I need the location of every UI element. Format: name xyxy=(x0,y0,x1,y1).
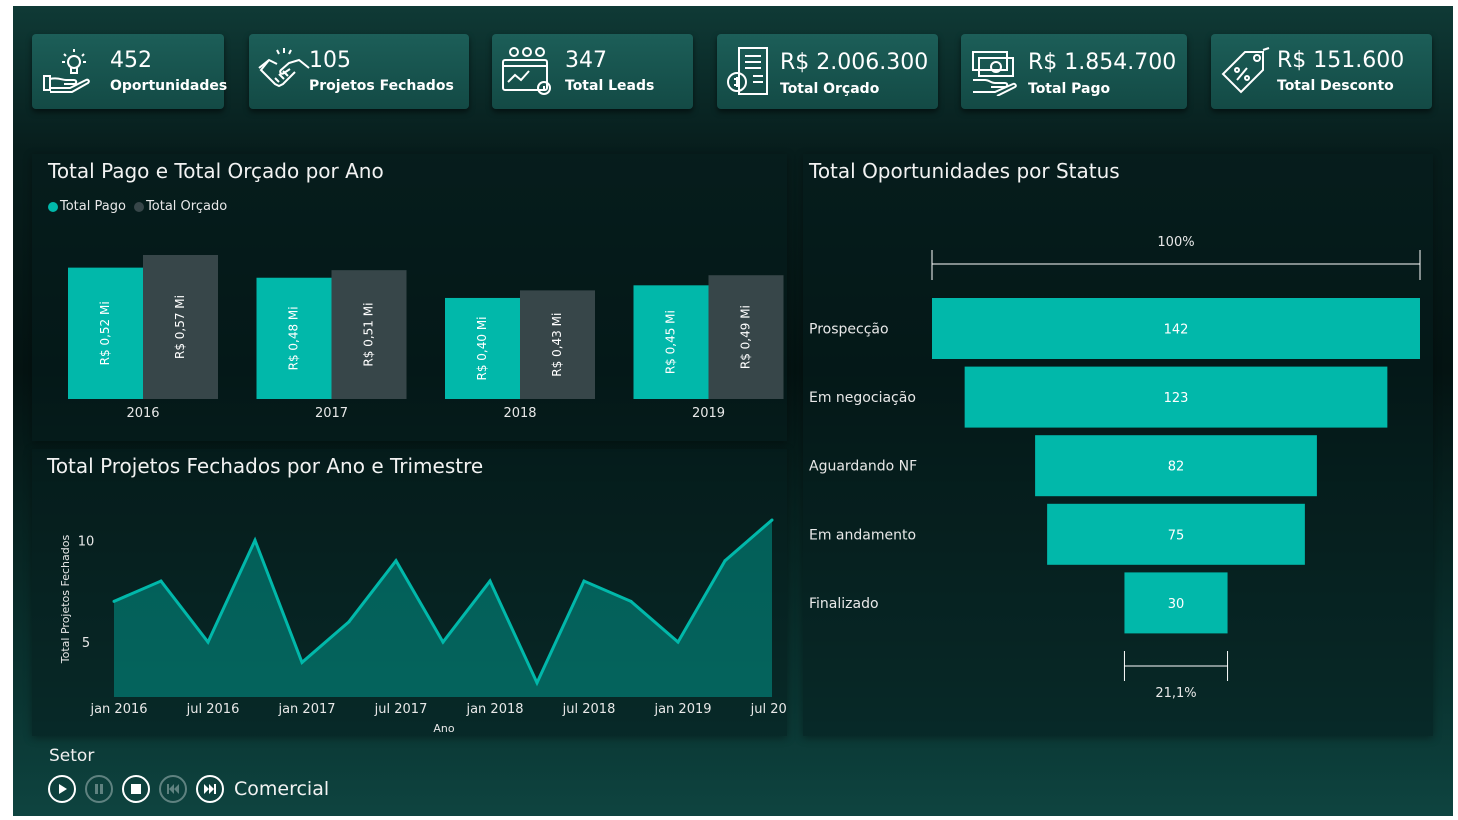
data-point-2019-Q3 xyxy=(770,518,774,522)
dashboard-canvas: 452 Oportunidades 105 Projetos Fechados … xyxy=(13,6,1453,816)
kpi-card-total-leads[interactable]: 347 Total Leads xyxy=(492,34,693,109)
data-point-2019-Q1 xyxy=(676,640,680,644)
kpi-card-total-orcado[interactable]: R$ 2.006.300 Total Orçado xyxy=(717,34,938,109)
play-axis: Comercial xyxy=(48,773,329,805)
y-axis-title: Total Projetos Fechados xyxy=(59,535,72,665)
data-point-2018-Q3 xyxy=(582,579,586,583)
play-button[interactable] xyxy=(48,775,76,803)
line-chart-panel: Total Projetos Fechados por Ano e Trimes… xyxy=(32,449,787,736)
x-tick-label: jul 2017 xyxy=(374,702,428,717)
data-point-2017-Q2 xyxy=(347,620,351,624)
area-fill xyxy=(114,520,772,697)
skip-forward-icon xyxy=(204,784,216,794)
funnel-category-label: Em negociação xyxy=(809,390,916,406)
bar-data-label: R$ 0,49 Mi xyxy=(739,305,753,369)
data-point-2017-Q4 xyxy=(441,640,445,644)
slicer-title: Setor xyxy=(49,746,95,766)
funnel-value-label: 123 xyxy=(1164,391,1189,406)
kpi-value: 452 xyxy=(110,48,152,73)
x-tick-label: jan 2016 xyxy=(89,702,147,717)
funnel-value-label: 30 xyxy=(1168,597,1185,612)
previous-button[interactable] xyxy=(159,775,187,803)
funnel-chart: 100% 142 Prospecção 123 Em negociação 82 Aguar… xyxy=(809,235,1421,701)
kpi-label: Total Pago xyxy=(1028,81,1111,97)
bar-data-label: R$ 0,52 Mi xyxy=(98,301,112,365)
kpi-card-total-desconto[interactable]: R$ 151.600 Total Desconto xyxy=(1211,34,1432,109)
bar-data-label: R$ 0,51 Mi xyxy=(362,303,376,367)
x-tick-label: 2019 xyxy=(692,406,725,421)
x-axis-title: Ano xyxy=(433,722,454,735)
kpi-value: R$ 2.006.300 xyxy=(780,50,929,75)
area-chart: 5 10 jan 2016 jul 2016 jan 2017 jul 2017 jan 2… xyxy=(59,518,787,735)
kpi-label: Total Desconto xyxy=(1277,78,1394,94)
bar-data-label: R$ 0,43 Mi xyxy=(550,313,564,377)
x-tick-label: jul 2016 xyxy=(186,702,240,717)
data-point-2017-Q1 xyxy=(300,660,304,664)
data-point-2016-Q1 xyxy=(112,599,116,603)
data-point-2018-Q1 xyxy=(488,579,492,583)
kpi-label: Projetos Fechados xyxy=(309,78,454,94)
kpi-value: 105 xyxy=(309,48,351,73)
budget-document-icon xyxy=(727,47,768,95)
x-tick-label: jan 2019 xyxy=(653,702,711,717)
kpi-label: Total Orçado xyxy=(780,81,880,97)
discount-tag-icon xyxy=(1221,47,1270,94)
bar-data-label: R$ 0,45 Mi xyxy=(664,310,678,374)
next-button[interactable] xyxy=(196,775,224,803)
kpi-value: R$ 1.854.700 xyxy=(1028,50,1177,75)
kpi-card-total-pago[interactable]: R$ 1.854.700 Total Pago xyxy=(961,34,1187,109)
y-tick-label: 10 xyxy=(78,534,95,549)
x-tick-label: jan 2018 xyxy=(465,702,523,717)
stop-button[interactable] xyxy=(122,775,150,803)
funnel-category-label: Prospecção xyxy=(809,322,889,338)
play-icon xyxy=(59,784,67,794)
kpi-card-projetos-fechados[interactable]: 105 Projetos Fechados xyxy=(249,34,469,109)
handshake-icon xyxy=(258,48,310,88)
x-tick-label: jul 2018 xyxy=(562,702,616,717)
data-point-2016-Q3 xyxy=(206,640,210,644)
pause-button[interactable] xyxy=(85,775,113,803)
bar-data-label: R$ 0,48 Mi xyxy=(287,306,301,370)
kpi-value: 347 xyxy=(565,48,607,73)
x-tick-label: 2016 xyxy=(126,406,159,421)
stop-icon xyxy=(131,784,141,794)
kpi-label: Oportunidades xyxy=(110,78,228,94)
bar-data-label: R$ 0,57 Mi xyxy=(173,295,187,359)
data-point-2018-Q4 xyxy=(629,599,633,603)
bar-chart: R$ 0,52 Mi R$ 0,57 Mi 2016 R$ 0,48 Mi R$ 0,5… xyxy=(68,255,784,421)
data-point-2019-Q2 xyxy=(723,559,727,563)
funnel-value-label: 82 xyxy=(1168,460,1185,475)
x-tick-label: 2018 xyxy=(503,406,536,421)
funnel-bottom-percent: 21,1% xyxy=(1155,686,1196,701)
skip-back-icon xyxy=(167,784,179,794)
funnel-top-percent: 100% xyxy=(1157,235,1194,250)
data-point-2018-Q2 xyxy=(535,681,539,685)
funnel-category-label: Em andamento xyxy=(809,527,916,543)
x-tick-label: jul 2019 xyxy=(750,702,787,717)
y-tick-label: 5 xyxy=(82,636,90,651)
x-tick-label: 2017 xyxy=(315,406,348,421)
x-tick-label: jan 2017 xyxy=(277,702,335,717)
slicer-current-value: Comercial xyxy=(234,778,330,800)
kpi-value: R$ 151.600 xyxy=(1277,48,1405,73)
data-point-2016-Q2 xyxy=(159,579,163,583)
funnel-value-label: 142 xyxy=(1164,323,1189,338)
funnel-value-label: 75 xyxy=(1168,528,1185,543)
data-point-2016-Q4 xyxy=(253,538,257,542)
leads-dashboard-icon xyxy=(502,47,551,95)
hand-lightbulb-icon xyxy=(43,49,90,93)
bar-chart-panel: Total Pago e Total Orçado por Ano Total … xyxy=(32,154,787,441)
funnel-chart-panel: Total Oportunidades por Status 100% 142 Pr… xyxy=(803,154,1433,736)
funnel-category-label: Aguardando NF xyxy=(809,459,917,475)
funnel-category-label: Finalizado xyxy=(809,596,879,612)
hand-money-icon xyxy=(972,51,1017,96)
bar-data-label: R$ 0,40 Mi xyxy=(475,316,489,380)
pause-icon xyxy=(95,784,103,794)
kpi-card-oportunidades[interactable]: 452 Oportunidades xyxy=(32,34,228,109)
data-point-2017-Q3 xyxy=(394,559,398,563)
kpi-label: Total Leads xyxy=(565,78,655,94)
